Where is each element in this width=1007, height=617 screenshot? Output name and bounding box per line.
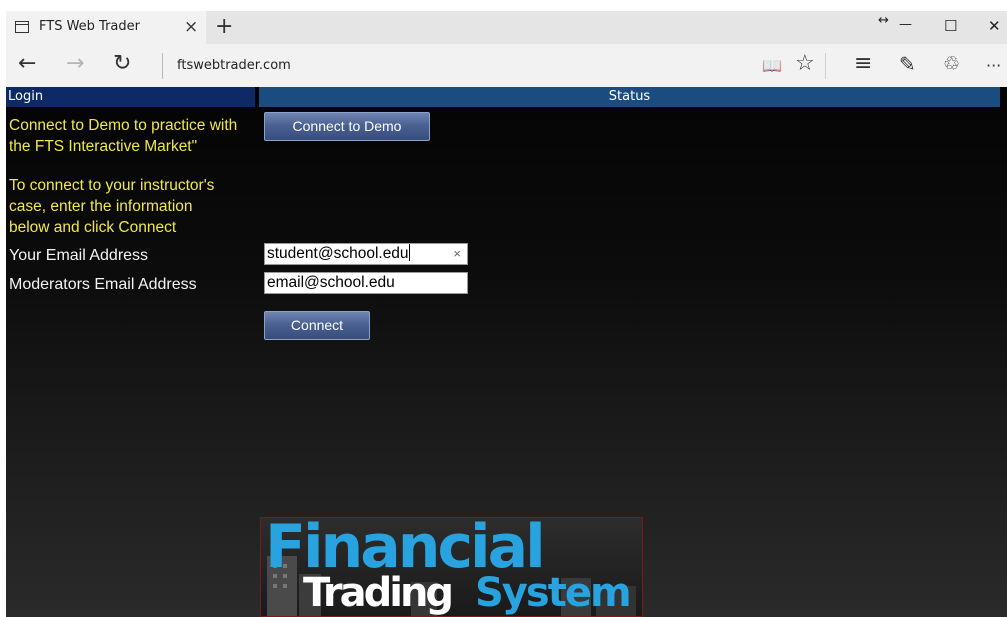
status-header: Status <box>259 87 1000 107</box>
instructor-text-line3: below and click Connect <box>9 219 177 236</box>
demo-text-line2: the FTS Interactive Market" <box>9 138 198 155</box>
email-label: Your Email Address <box>9 247 149 264</box>
minimize-button[interactable]: — <box>899 17 912 32</box>
share-icon[interactable]: ♲ <box>943 52 960 76</box>
instructor-text-line1: To connect to your instructor's <box>9 177 215 194</box>
web-content: Login Status Connect to Demo to practice… <box>6 87 1007 617</box>
text-caret <box>408 244 410 261</box>
login-header: Login <box>6 87 255 107</box>
fts-logo: Financial Trading System <box>260 517 643 617</box>
logo-word-trading: Trading <box>303 570 454 616</box>
maximize-button[interactable]: ☐ <box>944 17 957 35</box>
instructor-text-line2: case, enter the information <box>9 198 193 215</box>
refresh-icon[interactable]: ↻ <box>113 52 131 76</box>
tab-title: FTS Web Trader <box>39 19 140 34</box>
address-bar[interactable]: ftswebtrader.com <box>177 58 291 73</box>
email-field-value: student@school.edu <box>267 245 409 262</box>
moderator-email-value: email@school.edu <box>267 274 395 291</box>
connect-button[interactable]: Connect <box>264 311 370 340</box>
moderator-email-label: Moderators Email Address <box>9 276 197 293</box>
more-icon[interactable]: ··· <box>986 54 1001 78</box>
connect-to-demo-button[interactable]: Connect to Demo <box>264 112 430 141</box>
restore-arrows-icon[interactable]: ↔ <box>878 13 889 28</box>
web-note-icon[interactable]: ✎ <box>899 52 916 76</box>
browser-toolbar: ← → ↻ ftswebtrader.com 📖 ☆ ≡ ✎ ♲ ··· <box>6 44 1007 87</box>
clear-field-icon[interactable]: × <box>453 244 461 264</box>
back-arrow-icon[interactable]: ← <box>18 52 36 76</box>
tab-page-icon <box>15 21 29 33</box>
tab-close-icon[interactable]: × <box>184 17 198 37</box>
address-separator <box>162 53 163 79</box>
favorite-star-icon[interactable]: ☆ <box>795 52 815 76</box>
moderator-email-field[interactable]: email@school.edu <box>264 272 468 294</box>
forward-arrow-icon[interactable]: → <box>66 52 84 76</box>
browser-tab-bar: FTS Web Trader × + ↔ — ☐ ✕ <box>6 11 1007 44</box>
browser-tab[interactable]: FTS Web Trader × <box>6 11 206 44</box>
demo-text-line1: Connect to Demo to practice with <box>9 117 238 134</box>
toolbar-separator <box>825 53 826 79</box>
logo-word-system: System <box>475 570 632 616</box>
reading-view-icon[interactable]: 📖 <box>762 54 782 78</box>
close-window-button[interactable]: ✕ <box>988 17 1001 35</box>
new-tab-button[interactable]: + <box>215 14 233 39</box>
email-field[interactable]: student@school.edu × <box>264 243 468 265</box>
hub-icon[interactable]: ≡ <box>854 52 872 76</box>
